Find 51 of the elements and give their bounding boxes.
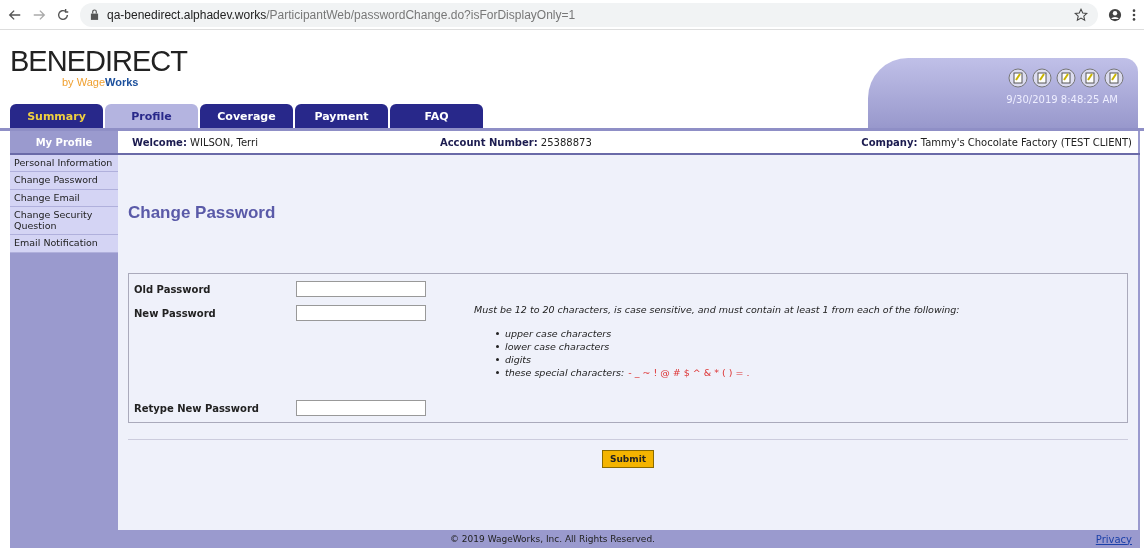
forward-icon[interactable] <box>32 7 46 22</box>
url-path: /ParticipantWeb/passwordChange.do?isForDisplayOnly=1 <box>266 7 577 22</box>
password-field[interactable] <box>296 400 426 416</box>
company-name: Company: Tammy's Chocolate Factory (TEST CLIENT) <box>861 136 1132 148</box>
account-icon[interactable] <box>1108 7 1122 22</box>
rule-text: digits <box>505 353 531 366</box>
toolbar-icon[interactable] <box>1056 68 1076 88</box>
password-field[interactable] <box>296 305 426 321</box>
bullet-icon <box>496 332 499 335</box>
section-title: My Profile <box>10 131 118 153</box>
star-icon[interactable] <box>1074 7 1088 22</box>
welcome-text: Welcome: WILSON, Terri <box>132 136 258 148</box>
address-bar[interactable]: qa-benedirect.alphadev.works/ParticipantWeb/passwordChange.do?isForDisplayOnly=1 <box>80 2 1098 27</box>
sidebar-item[interactable]: Personal Information <box>10 155 118 173</box>
privacy-link[interactable]: Privacy <box>1095 533 1132 545</box>
field-label: Old Password <box>134 283 212 295</box>
password-field[interactable] <box>296 281 426 297</box>
sidebar-item[interactable]: Change Password <box>10 172 118 190</box>
bullet-icon <box>496 371 499 374</box>
back-icon[interactable] <box>8 7 22 22</box>
sidebar-item[interactable]: Email Notification <box>10 235 118 253</box>
rule-text: upper case characters <box>505 327 612 340</box>
special-characters: - _ ~ ! @ # $ ^ & * ( ) = . <box>628 366 750 379</box>
date-time: 9/30/2019 8:48:25 AM <box>1006 94 1118 105</box>
rule-text: lower case characters <box>505 340 610 353</box>
copyright-text: © 2019 WageWorks, Inc. All Rights Reserved. <box>450 534 655 544</box>
submit-button[interactable]: Submit <box>601 450 655 468</box>
logo-byline: by WageWorks <box>62 76 139 88</box>
sidebar-item[interactable]: Change Security Question <box>10 207 118 236</box>
account-number: Account Number: 25388873 <box>439 136 592 148</box>
page-title: Change Password <box>128 203 277 223</box>
nav-tab[interactable]: Coverage <box>200 104 293 128</box>
field-label: New Password <box>134 307 217 319</box>
rule-text: these special characters: <box>505 366 625 379</box>
reload-icon[interactable] <box>56 7 70 22</box>
lock-icon <box>90 9 99 20</box>
nav-tab[interactable]: Profile <box>105 104 198 128</box>
bullet-icon <box>496 358 499 361</box>
field-label: Retype New Password <box>134 402 260 414</box>
nav-tab[interactable]: Payment <box>295 104 388 128</box>
bullet-icon <box>496 345 499 348</box>
url-host: qa-benedirect.alphadev.works <box>107 7 267 22</box>
toolbar-icon[interactable] <box>1032 68 1052 88</box>
password-rules-text: Must be 12 to 20 characters, is case sensitive, and must contain at least 1 from each of the following: <box>474 304 960 315</box>
nav-tab[interactable]: FAQ <box>390 104 483 128</box>
nav-tab[interactable]: Summary <box>10 104 103 128</box>
toolbar-icon[interactable] <box>1008 68 1028 88</box>
menu-icon[interactable] <box>1132 7 1136 22</box>
toolbar-icon[interactable] <box>1080 68 1100 88</box>
toolbar-icon[interactable] <box>1104 68 1124 88</box>
logo-wordmark: BENEDIRECT <box>10 47 187 76</box>
